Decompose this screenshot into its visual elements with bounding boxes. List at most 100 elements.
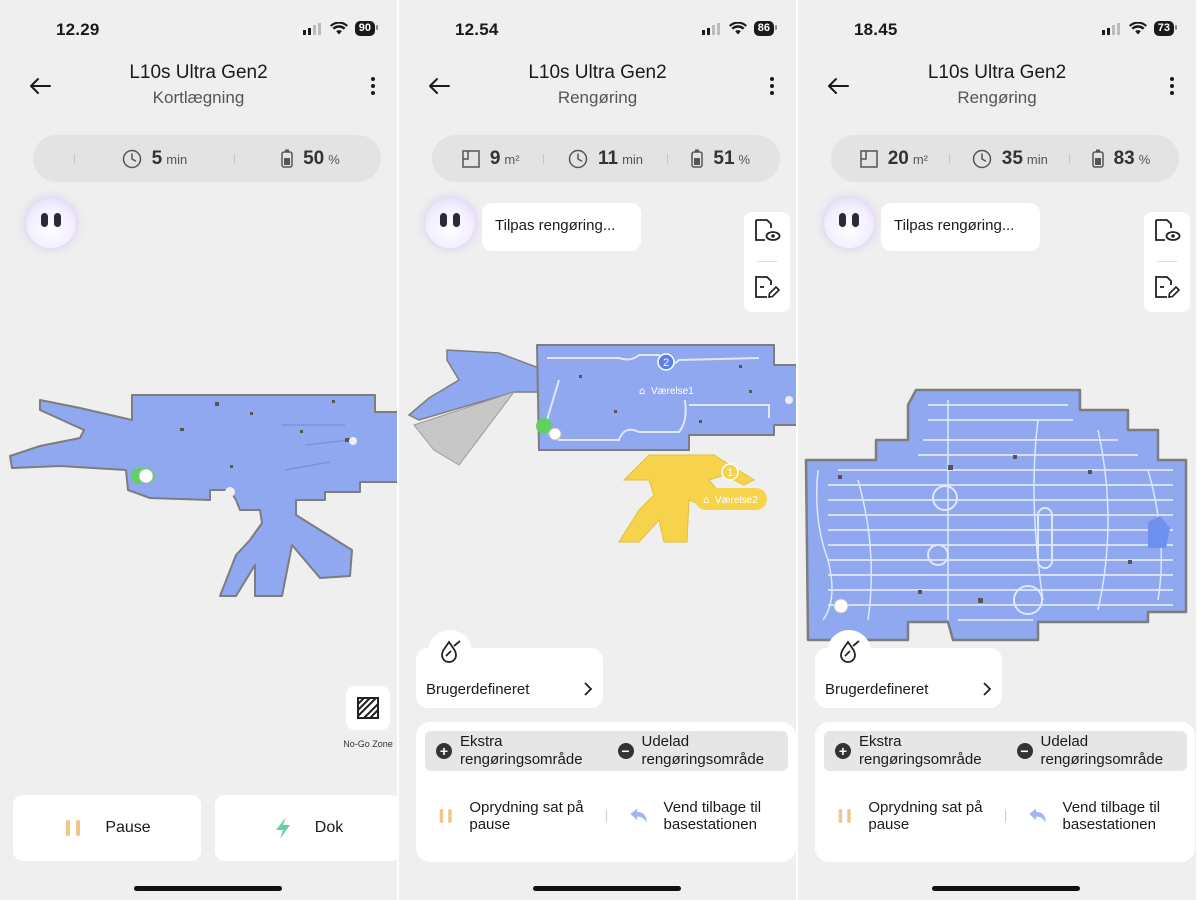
stat-battery: 50 % bbox=[281, 148, 340, 170]
status-time: 12.29 bbox=[56, 20, 100, 39]
exclude-area-button[interactable]: − Udelad rengøringsområde bbox=[607, 731, 789, 771]
minus-circle-icon: − bbox=[1016, 743, 1033, 759]
battery-value: 83 bbox=[1113, 147, 1135, 169]
room-badge-number: 1 bbox=[727, 467, 733, 479]
assistant-eye-right bbox=[54, 213, 61, 227]
stat-time: 35 min bbox=[972, 148, 1048, 170]
extra-area-button[interactable]: + Ekstra rengøringsområde bbox=[824, 731, 1006, 771]
map-tools bbox=[1144, 212, 1190, 312]
pause-icon bbox=[439, 809, 452, 823]
control-row: Oprydning sat på pause Vend tilbage til … bbox=[815, 794, 1195, 838]
resume-cleaning-button[interactable]: Oprydning sat på pause bbox=[815, 799, 1005, 833]
control-row: Oprydning sat på pause Vend tilbage til … bbox=[416, 794, 796, 838]
robot-marker bbox=[536, 418, 562, 441]
screen-cleaning-full: 18.45 73 L10s Ultra Gen2 Rengøring 20 m²… bbox=[798, 0, 1196, 900]
more-vertical-icon bbox=[1170, 77, 1174, 95]
stat-separator bbox=[74, 153, 76, 164]
assistant-eye-left bbox=[839, 213, 846, 227]
resume-cleaning-button[interactable]: Oprydning sat på pause bbox=[416, 799, 606, 833]
battery-value: 51 bbox=[713, 147, 735, 169]
no-go-zone-icon bbox=[357, 697, 379, 719]
stat-time: 11 min bbox=[568, 148, 643, 170]
room-label-1[interactable]: 2 ⌂ Værelse1 bbox=[639, 357, 694, 397]
status-icons: 90 bbox=[302, 21, 379, 36]
battery-icon bbox=[281, 149, 293, 168]
room-label-2[interactable]: 1 ⌂ Værelse2 bbox=[703, 467, 758, 506]
wifi-icon bbox=[329, 22, 348, 35]
chevron-right-icon bbox=[983, 682, 992, 696]
more-vertical-icon bbox=[770, 77, 774, 95]
more-options-button[interactable] bbox=[758, 72, 786, 100]
more-options-button[interactable] bbox=[359, 72, 387, 100]
pause-label: Pause bbox=[105, 819, 151, 836]
home-indicator[interactable] bbox=[134, 886, 282, 891]
screen-cleaning-rooms: 12.54 86 L10s Ultra Gen2 Rengøring 9 m² … bbox=[399, 0, 798, 900]
map-edit-button[interactable] bbox=[753, 275, 781, 306]
assistant-avatar[interactable] bbox=[824, 198, 874, 248]
return-label: Vend tilbage til basestationen bbox=[1062, 799, 1161, 833]
more-options-button[interactable] bbox=[1158, 72, 1186, 100]
more-vertical-icon bbox=[371, 77, 375, 95]
area-options: + Ekstra rengøringsområde − Udelad rengø… bbox=[824, 731, 1187, 771]
assistant-bubble[interactable]: Tilpas rengøring... bbox=[482, 203, 641, 251]
exclude-area-button[interactable]: − Udelad rengøringsområde bbox=[1006, 731, 1188, 771]
water-drop-icon bbox=[840, 640, 860, 663]
pause-icon bbox=[838, 809, 851, 823]
cleaning-mode-card[interactable]: Brugerdefineret bbox=[815, 630, 1002, 708]
screen-mapping: 12.29 90 L10s Ultra Gen2 Kortlægning 5 m… bbox=[0, 0, 399, 900]
robot-marker bbox=[131, 468, 155, 484]
stat-time: 5 min bbox=[122, 147, 187, 170]
assistant-bubble[interactable]: Tilpas rengøring... bbox=[881, 203, 1040, 251]
assistant-avatar[interactable] bbox=[425, 198, 475, 248]
return-arrow-icon bbox=[629, 808, 647, 823]
extra-area-button[interactable]: + Ekstra rengøringsområde bbox=[425, 731, 607, 771]
cleaning-mode-card[interactable]: Brugerdefineret bbox=[416, 630, 603, 708]
extra-area-label: Ekstra rengøringsområde bbox=[460, 733, 583, 768]
map-view-button[interactable] bbox=[1153, 218, 1181, 249]
area-unit: m² bbox=[504, 151, 520, 167]
map-area bbox=[407, 344, 796, 543]
stat-area: 20 m² bbox=[859, 148, 928, 170]
mode-label: Brugerdefineret bbox=[426, 681, 530, 698]
clock-icon bbox=[972, 149, 991, 168]
home-indicator[interactable] bbox=[932, 886, 1080, 891]
mode-subtitle: Rengøring bbox=[557, 88, 638, 107]
time-value: 35 bbox=[1001, 147, 1023, 169]
battery-icon bbox=[1091, 149, 1104, 168]
assistant-eye-left bbox=[41, 213, 48, 227]
stat-battery: 83 % bbox=[1091, 147, 1150, 170]
mode-icon-wrap bbox=[428, 630, 472, 674]
return-to-base-button[interactable]: Vend tilbage til basestationen bbox=[1006, 799, 1196, 833]
wifi-icon bbox=[1128, 22, 1147, 35]
map-view-button[interactable] bbox=[753, 218, 781, 249]
extra-area-label: Ekstra rengøringsområde bbox=[859, 733, 982, 768]
area-unit: m² bbox=[912, 151, 928, 167]
robot-marker bbox=[833, 598, 849, 614]
time-value: 11 bbox=[597, 147, 619, 169]
dock-button[interactable]: Dok bbox=[215, 795, 397, 861]
map-edit-icon bbox=[755, 275, 781, 298]
home-indicator[interactable] bbox=[533, 886, 681, 891]
battery-indicator: 90 bbox=[354, 21, 379, 36]
water-drop-icon bbox=[441, 640, 461, 663]
pause-button[interactable]: Pause bbox=[13, 795, 201, 861]
stats-bar: 5 min 50 % bbox=[33, 135, 381, 182]
return-to-base-button[interactable]: Vend tilbage til basestationen bbox=[607, 799, 797, 833]
room-name: Værelse1 bbox=[651, 386, 694, 397]
chevron-right-icon bbox=[584, 682, 593, 696]
stat-separator bbox=[949, 153, 951, 164]
plus-circle-icon: + bbox=[436, 743, 452, 759]
battery-indicator: 73 bbox=[1153, 21, 1178, 36]
cleaning-control-panel: + Ekstra rengøringsområde − Udelad rengø… bbox=[815, 722, 1195, 862]
no-go-zone-button[interactable] bbox=[346, 686, 390, 730]
stat-battery: 51 % bbox=[691, 148, 750, 170]
battery-icon bbox=[691, 149, 704, 168]
assistant-avatar[interactable] bbox=[26, 198, 76, 248]
home-icon: ⌂ bbox=[639, 386, 645, 397]
status-time: 18.45 bbox=[854, 20, 898, 39]
time-unit: min bbox=[622, 151, 644, 167]
mode-icon-wrap bbox=[827, 630, 871, 674]
time-value: 5 bbox=[151, 147, 163, 169]
tools-divider bbox=[1157, 261, 1177, 263]
map-edit-button[interactable] bbox=[1153, 275, 1181, 306]
